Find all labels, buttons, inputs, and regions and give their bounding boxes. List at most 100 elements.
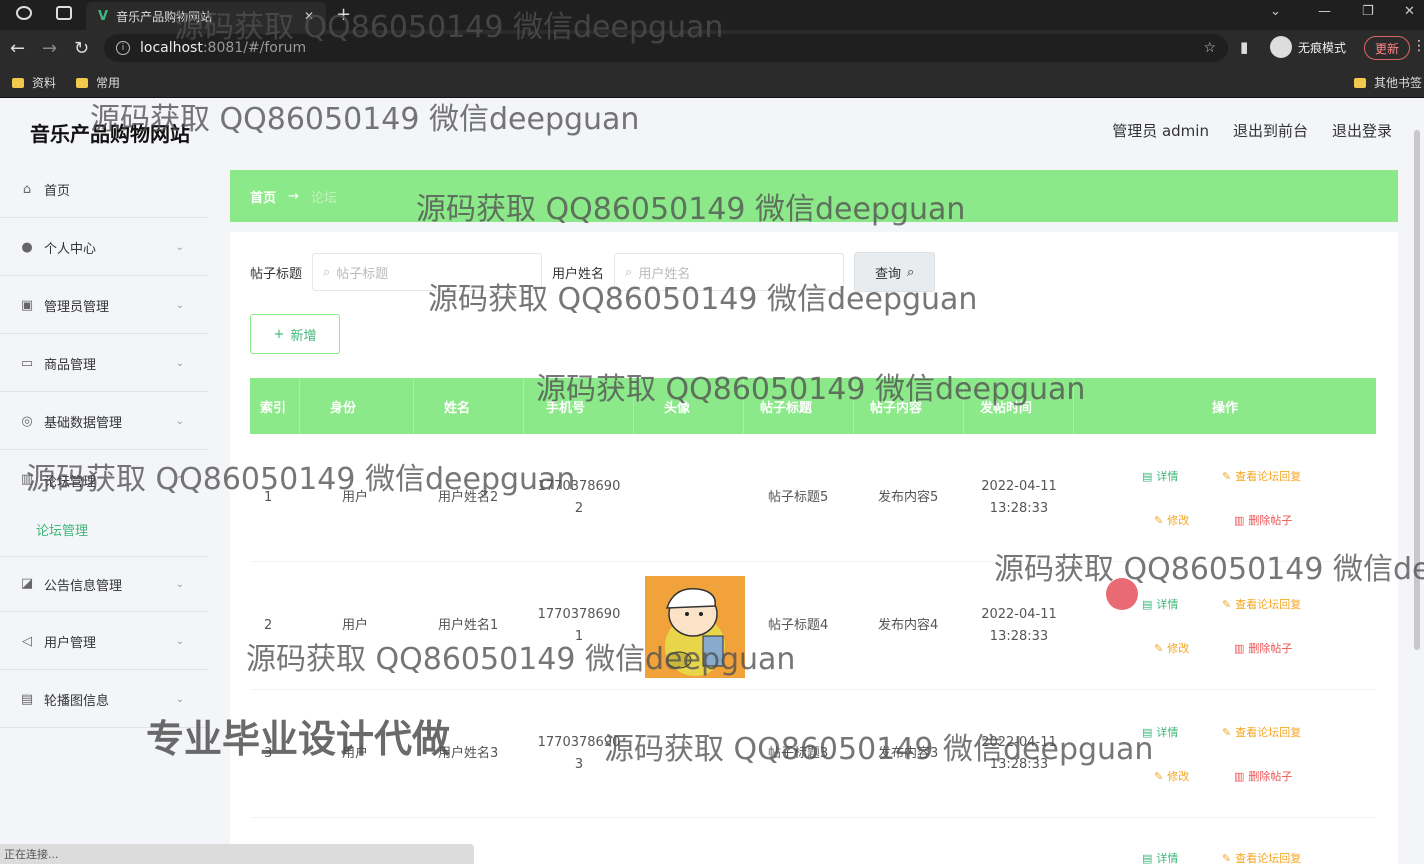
minimize-icon[interactable]: — [1318,4,1331,19]
browser-menu-icon[interactable] [16,6,32,20]
cell-title: 帖子标题5 [768,490,829,505]
sidebar-item-label: 公告信息管理 [44,578,123,594]
folder-icon [76,77,88,88]
edit-button[interactable]: ✎ 修改 [1154,640,1189,656]
folder-icon [12,77,24,88]
delete-button[interactable]: ▥ 删除帖子 [1234,768,1292,784]
to-frontend-link[interactable]: 退出到前台 [1233,120,1308,141]
search-icon: ⌕ [323,264,331,280]
sidebar-item-label: 首页 [44,184,71,199]
op-label: 查看论坛回复 [1235,726,1302,739]
edit-icon: ✎ [1222,851,1232,864]
breadcrumb-arrow-icon: → [288,188,299,204]
trash-icon: ▥ [1234,641,1245,655]
chevron-down-icon: ⌄ [175,300,184,311]
op-label: 查看论坛回复 [1235,852,1302,864]
sidebar-item-home[interactable]: ⌂ 首页 [0,162,208,218]
incognito-avatar-icon [1270,36,1292,58]
bookmark-label: 常用 [96,76,121,90]
op-label: 删除帖子 [1248,770,1293,783]
op-label: 详情 [1156,470,1179,483]
chevron-down-icon: ⌄ [175,416,184,427]
column-header[interactable]: 索引 [250,378,300,434]
admin-user-link[interactable]: 管理员 admin [1112,120,1209,141]
back-icon[interactable]: ← [10,38,25,59]
document-icon: ▤ [1142,851,1153,864]
op-label: 详情 [1156,726,1179,739]
vue-logo-icon: V [98,8,109,24]
plus-icon: + [273,326,285,342]
edit-button[interactable]: ✎ 修改 [1154,512,1189,528]
home-icon: ⌂ [22,181,32,197]
sidebar-item-personal[interactable]: ● 个人中心 ⌄ [0,220,208,276]
edit-icon: ✎ [1222,725,1232,739]
view-reply-button[interactable]: ✎ 查看论坛回复 [1222,724,1301,740]
bookmark-star-icon[interactable]: ☆ [1203,40,1216,56]
sidebar-toggle-icon[interactable]: ▮ [1240,38,1248,56]
edit-icon: ✎ [1154,513,1164,527]
phone-line-2: 2 [574,501,584,516]
column-header[interactable]: 姓名 [414,378,524,434]
op-label: 删除帖子 [1248,642,1293,655]
other-bookmarks[interactable]: 其他书签 [1354,74,1422,91]
op-label: 查看论坛回复 [1235,470,1302,483]
sidebar-item-label: 用户管理 [44,636,97,651]
detail-button[interactable]: ▤ 详情 [1142,468,1178,484]
logout-link[interactable]: 退出登录 [1332,120,1392,141]
add-button[interactable]: + 新增 [250,314,340,354]
date-line: 2022-04-11 [981,479,1057,494]
maximize-icon[interactable]: ❐ [1362,4,1374,19]
watermark: 源码获取 QQ86050149 微信deepguan [246,642,796,677]
detail-button[interactable]: ▤ 详情 [1142,596,1178,612]
time-line: 13:28:33 [989,629,1049,644]
reload-icon[interactable]: ↻ [74,38,89,59]
watermark: 源码获取 QQ86050149 微信deepguan [604,732,1154,767]
cell-content: 发布内容4 [878,618,939,633]
update-button[interactable]: 更新 [1364,36,1411,60]
title-placeholder: 帖子标题 [336,266,389,282]
op-label: 修改 [1167,642,1190,655]
sidebar-item-notice[interactable]: ◪ 公告信息管理 ⌄ [0,556,208,612]
column-header: 操作 [1211,400,1238,416]
sidebar-item-users[interactable]: ◁ 用户管理 ⌄ [0,614,208,670]
bookmark-folder-2[interactable]: 常用 [76,74,120,91]
watermark: 源码获取 QQ86050149 微信deepguan [174,10,724,45]
tab-search-icon[interactable]: ⌄ [1270,4,1281,19]
detail-button[interactable]: ▤ 详情 [1142,850,1178,864]
time-line: 13:28:33 [989,501,1049,516]
sidebar-item-basic-data[interactable]: ◎ 基础数据管理 ⌄ [0,394,208,450]
sidebar-subitem-forum[interactable]: 论坛管理 [36,520,88,539]
column-header[interactable]: 身份 [300,378,414,434]
view-reply-button[interactable]: ✎ 查看论坛回复 [1222,596,1301,612]
chevron-down-icon: ⌄ [175,694,184,705]
more-menu-icon[interactable]: ⋮ [1412,38,1424,54]
notice-icon: ◪ [20,576,34,591]
watermark: 源码获取 QQ86050149 微信deepguan [994,552,1424,587]
op-label: 修改 [1167,770,1190,783]
delete-button[interactable]: ▥ 删除帖子 [1234,640,1292,656]
edit-button[interactable]: ✎ 修改 [1154,768,1189,784]
sidebar-item-admin[interactable]: ▣ 管理员管理 ⌄ [0,278,208,334]
breadcrumb-current: 论坛 [310,190,337,206]
date-line: 2022-04-11 [981,607,1057,622]
delete-button[interactable]: ▥ 删除帖子 [1234,512,1292,528]
watermark: 源码获取 QQ86050149 微信deepguan [428,282,978,317]
op-label: 修改 [1167,514,1190,527]
sidebar-item-label: 商品管理 [44,358,97,373]
bookmark-folder-1[interactable]: 资料 [12,74,56,91]
edit-icon: ✎ [1154,641,1164,655]
window-close-icon[interactable]: ✕ [1404,4,1415,19]
view-reply-button[interactable]: ✎ 查看论坛回复 [1222,850,1301,864]
breadcrumb-home[interactable]: 首页 [250,187,276,206]
op-label: 详情 [1156,598,1179,611]
incognito-indicator[interactable]: 无痕模式 [1270,36,1346,58]
forward-icon[interactable]: → [42,38,57,59]
sidebar-item-goods[interactable]: ▭ 商品管理 ⌄ [0,336,208,392]
document-icon: ▤ [1142,469,1153,483]
data-icon: ◎ [21,413,33,429]
chevron-down-icon: ⌄ [175,242,184,253]
view-reply-button[interactable]: ✎ 查看论坛回复 [1222,468,1301,484]
site-info-icon[interactable]: i [116,41,130,55]
op-label: 删除帖子 [1248,514,1293,527]
tab-overview-icon[interactable] [56,6,72,20]
